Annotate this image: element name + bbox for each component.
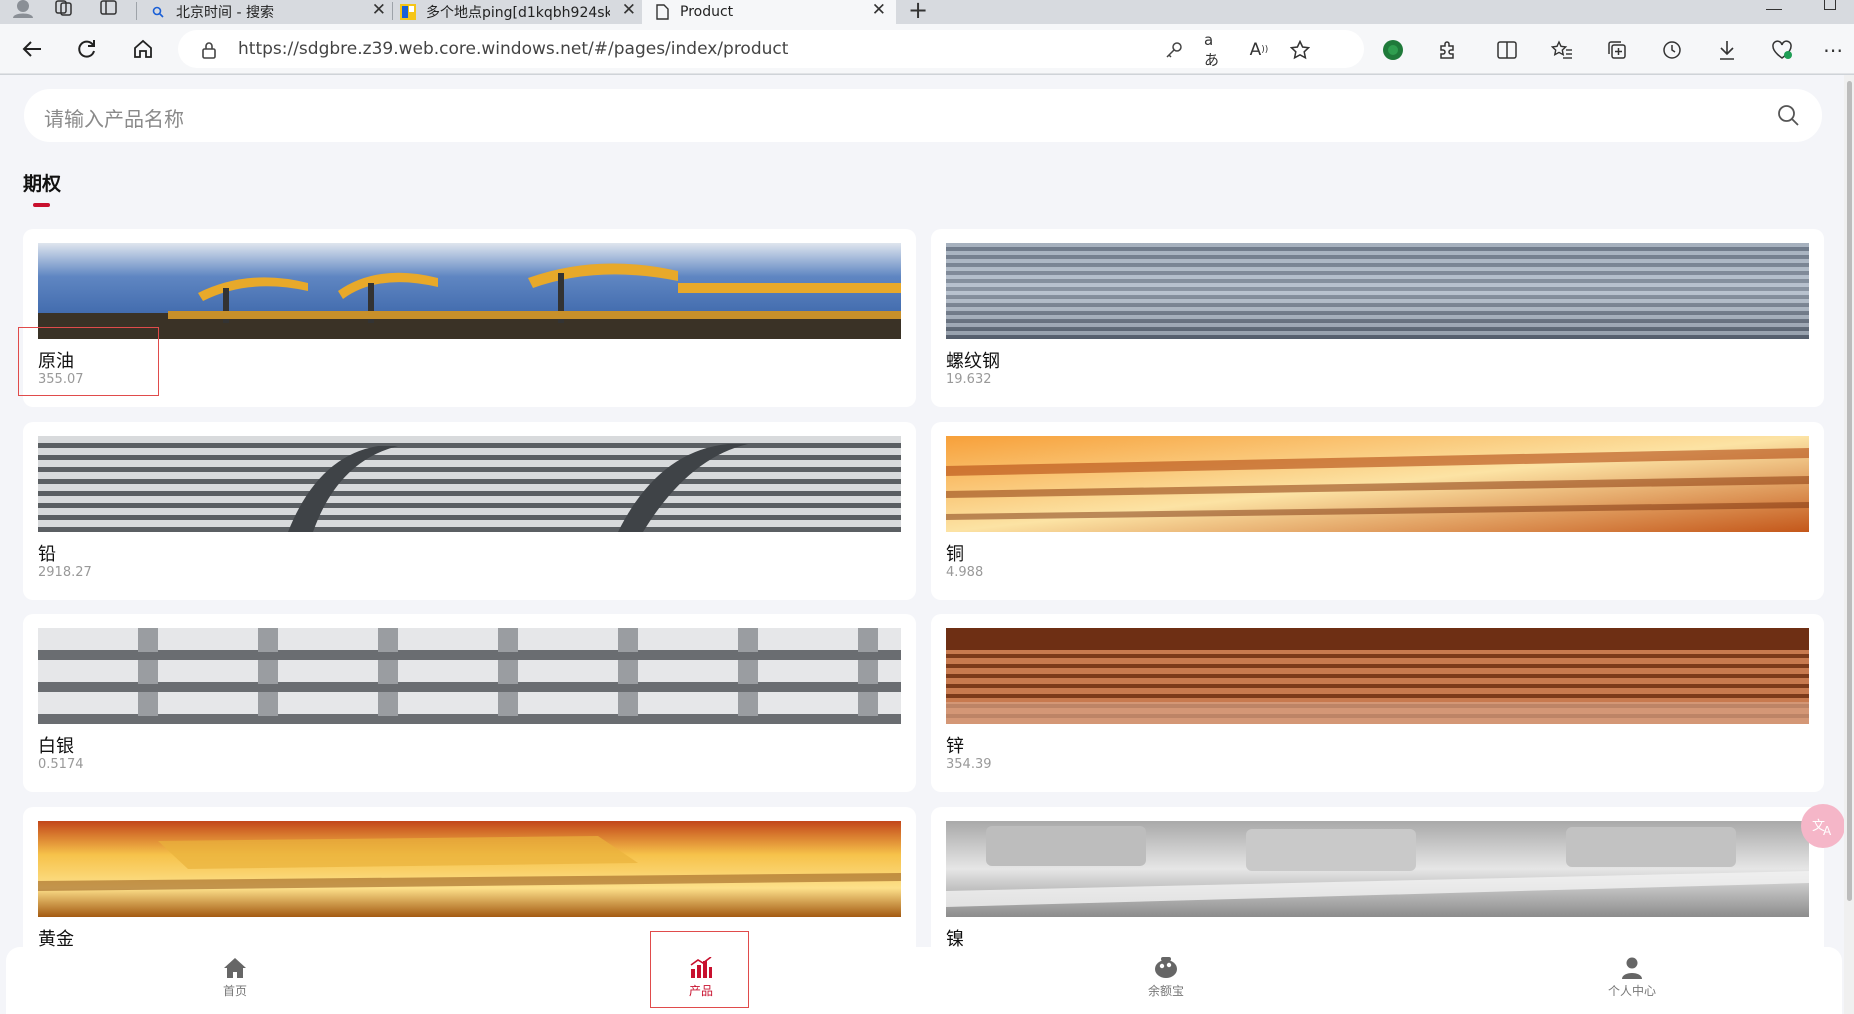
tab-separator [136, 2, 137, 20]
product-card[interactable]: 白银 0.5174 [23, 614, 916, 792]
product-card[interactable]: 铜 4.988 [931, 422, 1824, 600]
page-viewport: 请输入产品名称 期权 原油 355.07 螺纹钢 19.632 铅 2918.2… [0, 75, 1854, 1014]
url-text[interactable]: https://sdgbre.z39.web.core.windows.net/… [238, 39, 788, 59]
tab-title: Product [680, 4, 734, 20]
nav-home[interactable]: 首页 [175, 947, 295, 1014]
address-bar[interactable]: https://sdgbre.z39.web.core.windows.net/… [178, 30, 1364, 69]
vertical-tabs-icon[interactable] [100, 0, 118, 20]
extensions-puzzle-icon[interactable] [1434, 37, 1460, 63]
product-name: 铜 [946, 544, 964, 565]
page-favicon-icon [654, 4, 670, 20]
workspaces-icon[interactable] [55, 0, 73, 20]
close-tab-icon[interactable]: ✕ [872, 0, 886, 20]
annotation-highlight-box [18, 327, 159, 396]
annotation-highlight-box [650, 931, 749, 1008]
profile-avatar-icon[interactable] [12, 0, 34, 22]
refresh-icon[interactable] [72, 34, 102, 64]
product-card[interactable]: 锌 354.39 [931, 614, 1824, 792]
tab-title: 多个地点ping[d1kqbh924skx0x.cl [426, 5, 610, 21]
product-card[interactable]: 螺纹钢 19.632 [931, 229, 1824, 407]
product-price: 4.988 [946, 565, 984, 580]
product-image [946, 821, 1809, 917]
nav-label: 首页 [222, 984, 247, 998]
search-input[interactable]: 请输入产品名称 [44, 103, 184, 132]
tab-ping[interactable]: 多个地点ping[d1kqbh924skx0x.cl ✕ [400, 0, 636, 24]
close-tab-icon[interactable]: ✕ [622, 0, 636, 20]
new-tab-icon[interactable]: + [908, 0, 928, 24]
downloads-icon[interactable] [1714, 37, 1740, 63]
home-icon[interactable] [128, 34, 158, 64]
browser-essentials-icon[interactable] [1769, 37, 1795, 63]
product-image [38, 821, 901, 917]
more-menu-icon[interactable]: ⋯ [1820, 37, 1846, 63]
nav-label: 个人中心 [1607, 984, 1656, 998]
favorites-icon[interactable] [1549, 37, 1575, 63]
product-price: 354.39 [946, 757, 992, 772]
nav-label: 余额宝 [1147, 984, 1184, 998]
product-search-bar[interactable]: 请输入产品名称 [24, 89, 1822, 142]
lock-icon[interactable] [198, 39, 220, 61]
product-name: 铅 [38, 544, 56, 565]
maximize-icon[interactable] [1824, 0, 1836, 10]
page-scrollbar[interactable] [1844, 75, 1854, 1014]
product-image [38, 628, 901, 724]
svg-text:A: A [1823, 824, 1832, 836]
scrollbar-thumb[interactable] [1847, 81, 1852, 901]
read-aloud-icon[interactable]: A)) [1248, 39, 1270, 61]
section-title: 期权 [23, 173, 62, 195]
favorite-star-icon[interactable] [1289, 39, 1311, 61]
product-image [946, 628, 1809, 724]
product-price: 0.5174 [38, 757, 84, 772]
product-image [38, 243, 901, 339]
product-image [946, 436, 1809, 532]
browser-tab-strip: 北京时间 - 搜索 ✕ 多个地点ping[d1kqbh924skx0x.cl ✕… [0, 0, 1854, 24]
product-name: 螺纹钢 [946, 351, 1000, 372]
product-card[interactable]: 铅 2918.27 [23, 422, 916, 600]
minimize-icon[interactable] [1766, 0, 1782, 10]
product-name: 白银 [38, 736, 74, 757]
floating-translate-button[interactable]: 文A [1801, 804, 1845, 848]
user-icon [1622, 957, 1642, 979]
search-icon[interactable] [1776, 103, 1800, 131]
history-icon[interactable] [1659, 37, 1685, 63]
translate-icon[interactable]: aあ [1204, 31, 1226, 69]
product-price: 19.632 [946, 372, 992, 387]
bottom-tab-bar: 首页 产品 余额宝 个人中心 [6, 947, 1842, 1014]
product-price: 2918.27 [38, 565, 92, 580]
product-name: 锌 [946, 736, 964, 757]
close-tab-icon[interactable]: ✕ [372, 0, 386, 20]
tab-beijing-time[interactable]: 北京时间 - 搜索 ✕ [150, 0, 386, 24]
site-favicon-icon [400, 4, 416, 20]
collections-icon[interactable] [1604, 37, 1630, 63]
back-arrow-icon[interactable] [17, 34, 47, 64]
browser-toolbar: https://sdgbre.z39.web.core.windows.net/… [0, 24, 1854, 74]
tab-separator [392, 2, 393, 20]
product-image [38, 436, 901, 532]
split-screen-icon[interactable] [1494, 37, 1520, 63]
nav-yuebao[interactable]: 余额宝 [1106, 947, 1226, 1014]
key-icon[interactable] [1163, 39, 1185, 61]
extension-shield-icon[interactable] [1380, 37, 1406, 63]
product-image [946, 243, 1809, 339]
wallet-icon [1155, 957, 1177, 978]
nav-profile[interactable]: 个人中心 [1572, 947, 1692, 1014]
section-underline [33, 203, 50, 207]
search-favicon-icon [150, 4, 166, 20]
tab-product[interactable]: Product ✕ [642, 0, 896, 24]
tab-title: 北京时间 - 搜索 [176, 5, 274, 21]
home-icon [224, 958, 246, 978]
